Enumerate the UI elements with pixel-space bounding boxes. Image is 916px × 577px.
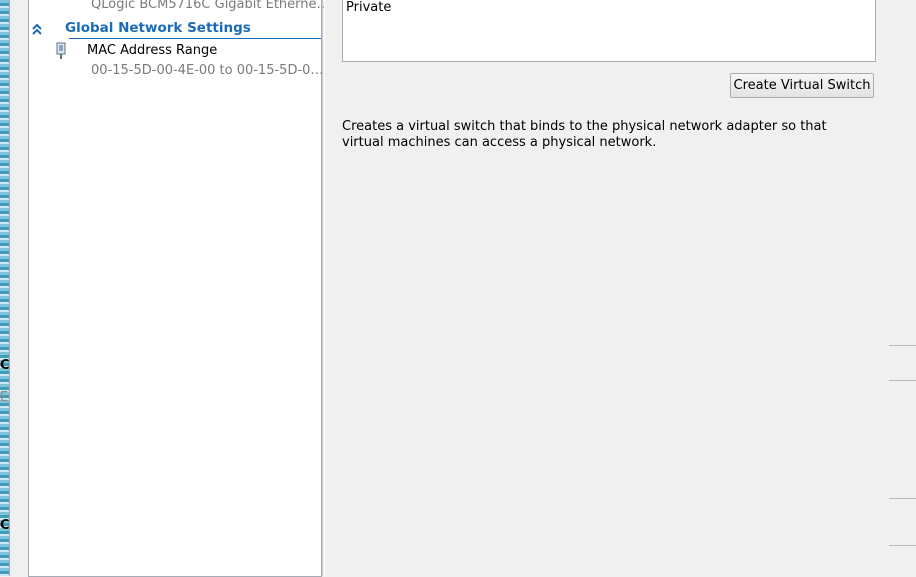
background-partial-text: E (0, 390, 9, 405)
switch-details-pane: Private Create Virtual Switch Creates a … (324, 0, 889, 576)
background-divider (888, 345, 916, 346)
adapter-description: QLogic BCM5716C Gigabit Etherne… (91, 0, 330, 12)
background-divider (888, 380, 916, 381)
global-network-settings-header[interactable]: Global Network Settings (65, 20, 251, 36)
settings-tree: QLogic BCM5716C Gigabit Etherne… Global … (28, 0, 330, 577)
switch-type-list[interactable]: Private (342, 0, 876, 62)
network-adapter-icon (56, 42, 66, 59)
switch-type-description: Creates a virtual switch that binds to t… (342, 119, 827, 150)
background-window-edge (0, 0, 9, 576)
chevron-up-icon[interactable] (31, 22, 43, 36)
mac-address-range-value: 00-15-5D-00-4E-00 to 00-15-5D-0… (91, 63, 324, 78)
tree-item-mac-address-range[interactable]: MAC Address Range (87, 43, 217, 58)
background-divider (888, 498, 916, 499)
create-virtual-switch-button[interactable]: Create Virtual Switch (730, 73, 874, 98)
virtual-switch-manager-dialog: QLogic BCM5716C Gigabit Etherne… Global … (9, 0, 889, 577)
switch-type-option[interactable]: Private (346, 0, 391, 15)
section-divider (69, 38, 321, 39)
background-window-right (888, 0, 916, 576)
pane-splitter[interactable] (322, 0, 323, 576)
background-divider (888, 545, 916, 546)
